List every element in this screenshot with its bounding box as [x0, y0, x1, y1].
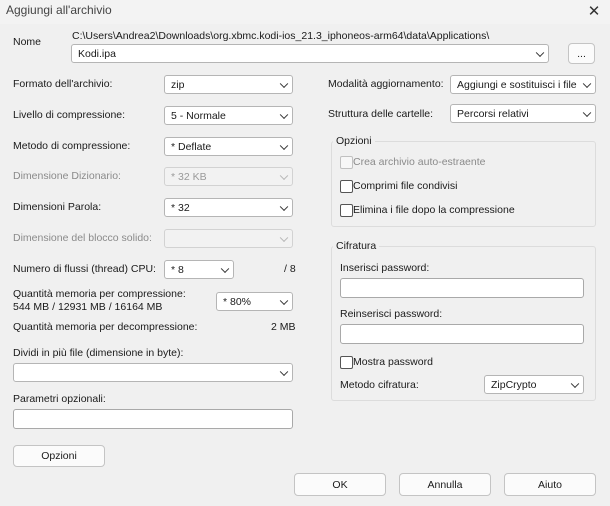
solid-select: [164, 229, 293, 248]
mem-decomp-value: 2 MB: [271, 321, 296, 333]
format-value: zip: [171, 78, 185, 91]
chevron-down-icon: [279, 110, 289, 119]
archive-name-combo[interactable]: Kodi.ipa: [71, 44, 549, 63]
help-button[interactable]: Aiuto: [504, 473, 596, 496]
paths-value: Percorsi relativi: [457, 107, 529, 120]
destination-path: C:\Users\Andrea2\Downloads\org.xbmc.kodi…: [72, 30, 490, 42]
chevron-down-icon: [279, 202, 289, 211]
method-select[interactable]: * Deflate: [164, 137, 293, 156]
chevron-down-icon: [279, 79, 289, 88]
params-label: Parametri opzionali:: [13, 393, 106, 405]
paths-select[interactable]: Percorsi relativi: [450, 104, 596, 123]
split-label: Dividi in più file (dimensione in byte):: [13, 347, 184, 359]
chevron-down-icon: [279, 171, 289, 180]
threads-max: / 8: [284, 263, 296, 275]
password-input[interactable]: [340, 278, 584, 298]
update-select[interactable]: Aggiungi e sostituisci i file: [450, 75, 596, 94]
solid-label: Dimensione del blocco solido:: [13, 232, 152, 244]
chevron-down-icon: [279, 233, 289, 242]
archive-name-value: Kodi.ipa: [78, 47, 116, 60]
mem-comp-value: * 80%: [223, 295, 252, 308]
chevron-down-icon: [582, 79, 592, 88]
delete-checkbox[interactable]: [340, 204, 353, 217]
chevron-down-icon: [570, 379, 580, 388]
encryption-method-label: Metodo cifratura:: [340, 379, 419, 391]
method-value: * Deflate: [171, 140, 212, 153]
level-value: 5 - Normale: [171, 109, 226, 122]
mem-comp-detail: 544 MB / 12931 MB / 16164 MB: [13, 301, 163, 313]
window-title: Aggiungi all'archivio: [6, 3, 112, 17]
chevron-down-icon: [535, 48, 545, 57]
ok-button[interactable]: OK: [294, 473, 386, 496]
word-value: * 32: [171, 201, 190, 214]
threads-select[interactable]: * 8: [164, 260, 234, 279]
format-label: Formato dell'archivio:: [13, 78, 113, 90]
dict-value: * 32 KB: [171, 170, 207, 183]
chevron-down-icon: [279, 141, 289, 150]
encryption-method-value: ZipCrypto: [491, 378, 537, 391]
update-label: Modalità aggiornamento:: [328, 78, 444, 90]
split-combo[interactable]: [13, 363, 293, 382]
level-label: Livello di compressione:: [13, 109, 126, 121]
options-button[interactable]: Opzioni: [13, 445, 105, 467]
dict-select: * 32 KB: [164, 167, 293, 186]
mem-decomp-label: Quantità memoria per decompressione:: [13, 321, 198, 333]
update-value: Aggiungi e sostituisci i file: [457, 78, 577, 91]
sfx-checkbox: [340, 156, 353, 169]
level-select[interactable]: 5 - Normale: [164, 106, 293, 125]
word-select[interactable]: * 32: [164, 198, 293, 217]
password-confirm-input[interactable]: [340, 324, 584, 344]
threads-label: Numero di flussi (thread) CPU:: [13, 263, 156, 275]
chevron-down-icon: [220, 264, 230, 273]
show-password-checkbox[interactable]: [340, 356, 353, 369]
paths-label: Struttura delle cartelle:: [328, 108, 434, 120]
mem-comp-label: Quantità memoria per compressione:: [13, 288, 186, 300]
mem-comp-select[interactable]: * 80%: [216, 292, 293, 311]
options-group-title: Opzioni: [333, 135, 375, 148]
browse-button[interactable]: ...: [568, 43, 595, 64]
chevron-down-icon: [279, 296, 289, 305]
threads-value: * 8: [171, 263, 184, 276]
shared-checkbox[interactable]: [340, 180, 353, 193]
format-select[interactable]: zip: [164, 75, 293, 94]
name-label: Nome: [13, 36, 42, 48]
chevron-down-icon: [279, 367, 289, 376]
shared-label: Comprimi file condivisi: [353, 180, 458, 192]
password-confirm-label: Reinserisci password:: [340, 308, 443, 320]
dict-label: Dimensione Dizionario:: [13, 170, 121, 182]
password-label: Inserisci password:: [340, 262, 430, 274]
sfx-label: Crea archivio auto-estraente: [353, 156, 486, 168]
params-input[interactable]: [13, 409, 293, 429]
close-icon[interactable]: ✕: [582, 2, 606, 22]
method-label: Metodo di compressione:: [13, 140, 131, 152]
delete-label: Elimina i file dopo la compressione: [353, 204, 515, 216]
chevron-down-icon: [582, 108, 592, 117]
show-password-label: Mostra password: [353, 356, 433, 368]
word-label: Dimensioni Parola:: [13, 201, 102, 213]
cancel-button[interactable]: Annulla: [399, 473, 491, 496]
encryption-group-title: Cifratura: [333, 240, 380, 253]
encryption-method-select[interactable]: ZipCrypto: [484, 375, 584, 394]
